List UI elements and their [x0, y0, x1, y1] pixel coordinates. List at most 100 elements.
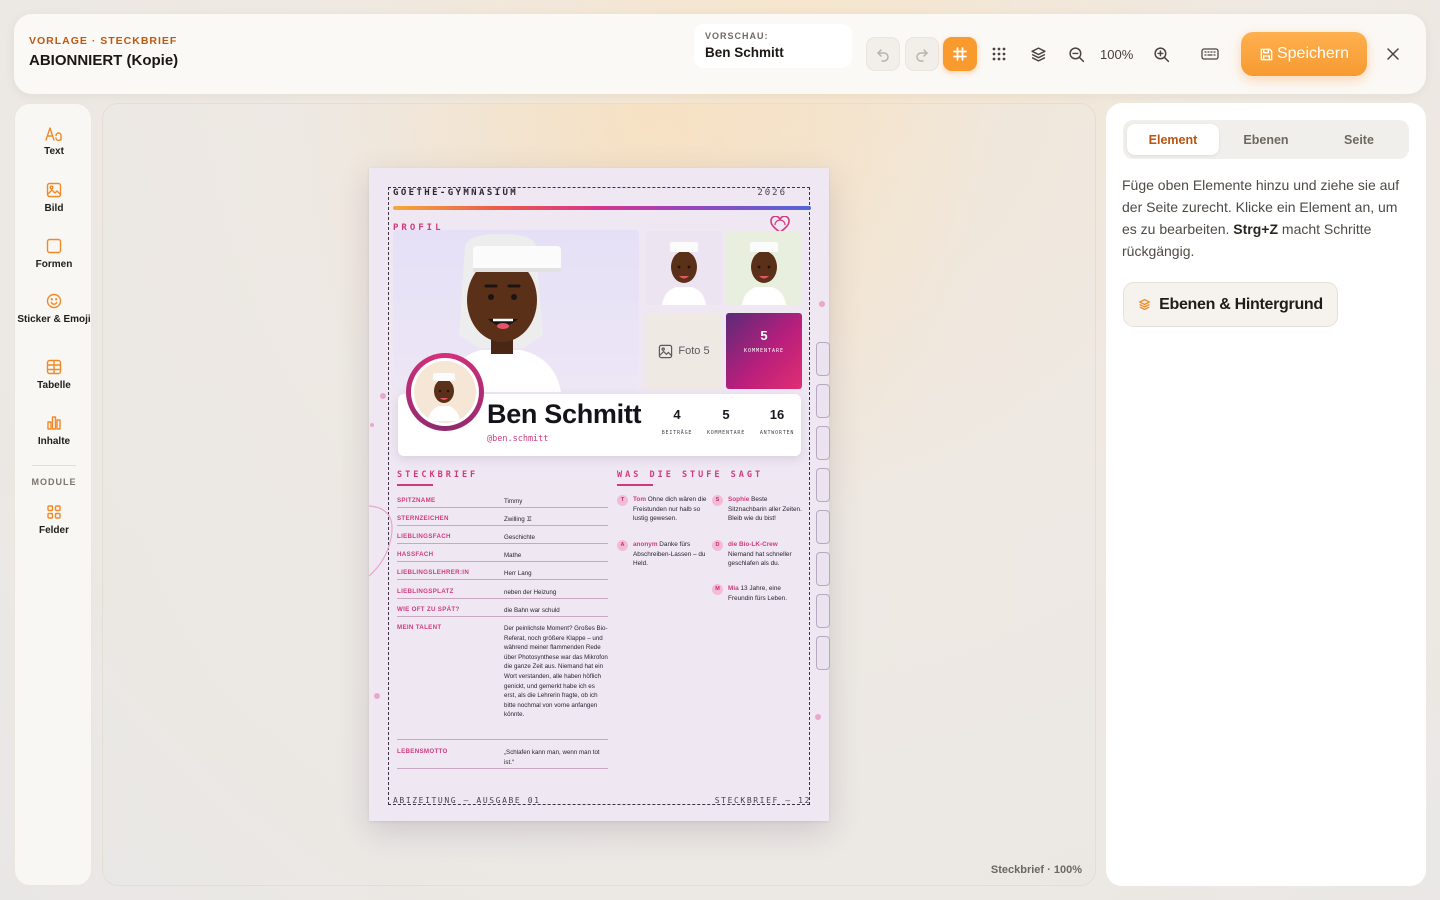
stat-comments[interactable]: 5 KOMMENTARE	[703, 407, 749, 436]
avatar[interactable]	[406, 353, 484, 431]
tool-fields[interactable]: Felder	[15, 504, 93, 537]
quote-initial: D	[712, 540, 723, 551]
preview-selector[interactable]: VORSCHAU: Ben Schmitt	[694, 24, 852, 68]
fact-row[interactable]: WIE OFT ZU SPÄT? die Bahn war schuld	[397, 606, 608, 617]
quotes-underline	[617, 484, 653, 486]
steckbrief-page[interactable]: GOETHE-GYMNASIUM 2026 PROFIL Foto 5 5 KO…	[369, 168, 830, 821]
quotes-title[interactable]: WAS DIE STUFE SAGT	[617, 470, 763, 480]
fact-value: die Bahn war schuld	[504, 607, 560, 614]
smiley-icon	[46, 293, 62, 309]
tool-shapes[interactable]: Formen	[15, 238, 93, 271]
canvas-status: Steckbrief · 100%	[990, 864, 1082, 876]
tool-content-label: Inhalte	[37, 436, 71, 447]
fact-row[interactable]: STERNZEICHEN Zwilling ♊	[397, 515, 608, 526]
undo-button[interactable]	[866, 37, 900, 71]
tool-content[interactable]: Inhalte	[15, 415, 93, 448]
photo-thumb-2[interactable]	[726, 231, 802, 305]
stat-posts[interactable]: 4 BEITRÄGE	[657, 407, 697, 436]
fact-row[interactable]: LIEBLINGSLEHRER:IN Herr Lang	[397, 569, 608, 580]
highlight-value: 5	[760, 328, 768, 343]
fact-row[interactable]: MEIN TALENT Der peinlichste Moment? Groß…	[397, 624, 608, 740]
close-icon	[1387, 48, 1399, 60]
resize-handle[interactable]	[816, 594, 830, 628]
undo-icon	[877, 49, 889, 62]
fact-value: Mathe	[504, 552, 522, 559]
decor-arc-icon	[369, 505, 393, 577]
layers-icon	[1139, 298, 1151, 311]
fact-key: LIEBLINGSFACH	[397, 533, 451, 540]
document-title[interactable]: ABIONNIERT (Kopie)	[29, 52, 178, 69]
table-icon	[46, 359, 62, 375]
fact-row[interactable]: LIEBLINGSPLATZ neben der Heizung	[397, 588, 608, 599]
portrait-thumb-icon	[742, 242, 786, 305]
layers-button[interactable]	[1021, 37, 1055, 71]
zoom-out-button[interactable]	[1059, 37, 1093, 71]
stat-posts-label: BEITRÄGE	[661, 430, 693, 436]
element-toolbar: Text Bild Formen Sticker & Emoji Tabelle…	[14, 103, 92, 886]
help-shortcut: Strg+Z	[1233, 221, 1279, 237]
decor-dot	[374, 693, 380, 699]
school-name[interactable]: GOETHE-GYMNASIUM	[393, 188, 518, 198]
layers-background-label: Ebenen & Hintergrund	[1159, 295, 1323, 313]
fact-row[interactable]: HASSFACH Mathe	[397, 551, 608, 562]
decor-dot	[815, 714, 821, 720]
tool-sticker-emoji[interactable]: Sticker & Emoji	[15, 293, 93, 326]
tool-text[interactable]: Text	[15, 127, 93, 158]
fact-row[interactable]: LEBENSMOTTO „Schlafen kann man, wenn man…	[397, 748, 608, 769]
tab-page[interactable]: Seite	[1313, 124, 1405, 155]
keyboard-shortcuts-button[interactable]	[1193, 37, 1227, 71]
quote-initial: S	[712, 495, 723, 506]
student-name[interactable]: Ben Schmitt	[487, 399, 642, 430]
rainbow-bar[interactable]	[393, 206, 811, 210]
preview-label: VORSCHAU:	[705, 31, 769, 41]
tool-table[interactable]: Tabelle	[15, 359, 93, 392]
fact-key: LEBENSMOTTO	[397, 748, 448, 755]
redo-button[interactable]	[905, 37, 939, 71]
zoom-in-icon	[1153, 46, 1169, 62]
text-icon	[45, 127, 62, 141]
zoom-in-button[interactable]	[1144, 37, 1178, 71]
resize-handle[interactable]	[816, 468, 830, 502]
resize-handle[interactable]	[816, 342, 830, 376]
tab-layers[interactable]: Ebenen	[1220, 124, 1312, 155]
decor-dot	[380, 393, 386, 399]
avatar-portrait-icon	[428, 373, 460, 421]
grid-snap-toggle[interactable]	[943, 37, 977, 71]
fact-key: HASSFACH	[397, 551, 434, 558]
resize-handle[interactable]	[816, 384, 830, 418]
footer-left: ABIZEITUNG — AUSGABE 01	[393, 796, 541, 805]
design-canvas[interactable]: GOETHE-GYMNASIUM 2026 PROFIL Foto 5 5 KO…	[102, 103, 1096, 886]
resize-handle[interactable]	[816, 552, 830, 586]
photo-thumb-1[interactable]	[646, 231, 722, 305]
stat-replies-value: 16	[769, 407, 785, 422]
dots-grid-button[interactable]	[982, 37, 1016, 71]
fact-row[interactable]: SPITZNAME Timmy	[397, 497, 608, 508]
facts-title[interactable]: STECKBRIEF	[397, 470, 478, 480]
resize-handle[interactable]	[816, 426, 830, 460]
quote-initial: T	[617, 495, 628, 506]
fact-key: LIEBLINGSLEHRER:IN	[397, 569, 470, 576]
close-button[interactable]	[1382, 43, 1404, 65]
resize-handle[interactable]	[816, 636, 830, 670]
comments-highlight-tile[interactable]: 5 KOMMENTARE	[726, 313, 802, 389]
resize-handle[interactable]	[816, 510, 830, 544]
student-handle[interactable]: @ben.schmitt	[487, 434, 548, 444]
save-button[interactable]: Speichern	[1241, 32, 1367, 76]
quote-author: anonym	[633, 541, 658, 548]
stat-replies[interactable]: 16 ANTWORTEN	[755, 407, 799, 436]
layers-background-button[interactable]: Ebenen & Hintergrund	[1123, 282, 1338, 327]
stat-posts-value: 4	[673, 407, 681, 422]
highlight-label: KOMMENTARE	[743, 348, 785, 354]
tool-image[interactable]: Bild	[15, 182, 93, 215]
tab-element[interactable]: Element	[1127, 124, 1219, 155]
keyboard-icon	[1201, 48, 1219, 60]
zoom-level: 100%	[1100, 47, 1134, 62]
photo-placeholder-5[interactable]: Foto 5	[646, 313, 722, 389]
save-button-label: Speichern	[1276, 45, 1350, 62]
stat-comments-label: KOMMENTARE	[706, 430, 746, 436]
quote-text: Niemand hat schneller geschlafen als du.	[728, 550, 792, 568]
layers-icon	[1030, 46, 1046, 62]
page-footer[interactable]: ABIZEITUNG — AUSGABE 01 STECKBRIEF — 12	[393, 796, 811, 805]
year-label[interactable]: 2026	[757, 188, 787, 198]
fact-row[interactable]: LIEBLINGSFACH Geschichte	[397, 533, 608, 544]
